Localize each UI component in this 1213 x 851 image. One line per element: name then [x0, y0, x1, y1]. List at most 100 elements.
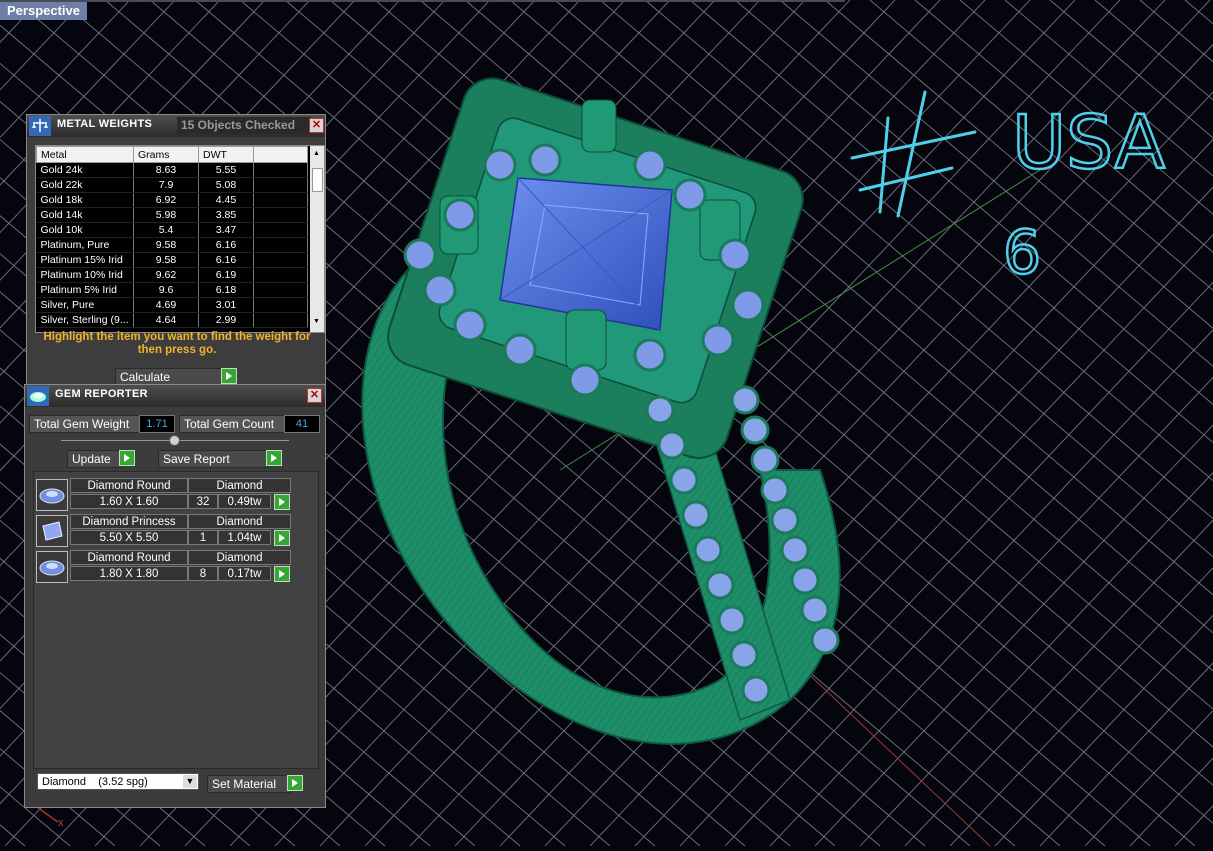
gem-count: 8	[188, 566, 218, 581]
gem-go-icon[interactable]	[274, 530, 290, 546]
table-row[interactable]: Silver, Sterling (9... 4.64 2.99	[36, 312, 308, 328]
shank-stone	[740, 415, 770, 445]
gem-weight: 1.04tw	[218, 530, 271, 545]
gem-icon	[27, 386, 49, 406]
gem-weight: 0.49tw	[218, 494, 271, 509]
gem-size: 5.50 X 5.50	[70, 530, 188, 545]
gem-row[interactable]: Diamond Round Diamond 1.60 X 1.60 32 0.49tw	[34, 478, 316, 512]
halo-stone	[423, 273, 457, 307]
table-row[interactable]: Platinum, Pure 9.58 6.16	[36, 237, 308, 253]
halo-stone	[483, 148, 517, 182]
update-go-icon[interactable]	[119, 450, 135, 466]
update-button[interactable]: Update	[67, 450, 123, 468]
objects-checked-count: 15 Objects Checked	[177, 117, 311, 134]
metal-weights-titlebar[interactable]: METAL WEIGHTS 15 Objects Checked ✕	[27, 115, 325, 137]
set-material-go-icon[interactable]	[287, 775, 303, 791]
cell-grams: 5.98	[133, 207, 199, 223]
cell-blank	[253, 207, 308, 223]
metal-weights-panel: METAL WEIGHTS 15 Objects Checked ✕ Metal…	[26, 114, 326, 388]
table-row[interactable]: Platinum 5% Irid 9.6 6.18	[36, 282, 308, 298]
halo-stone	[633, 338, 667, 372]
cell-metal: Platinum 15% Irid	[36, 252, 134, 268]
cell-dwt: 3.85	[198, 207, 254, 223]
metal-weights-table[interactable]: Metal Grams DWT Gold 24k 8.63 5.55 Gold 22k…	[35, 145, 325, 333]
table-row[interactable]: Platinum 10% Irid 9.62 6.19	[36, 267, 308, 283]
ring-model	[361, 77, 841, 745]
table-row[interactable]: Gold 18k 6.92 4.45	[36, 192, 308, 208]
scroll-down-icon[interactable]: ▼	[313, 318, 320, 325]
chevron-down-icon[interactable]: ▼	[183, 775, 197, 788]
grid-line	[1184, 0, 1213, 25]
cell-dwt: 4.45	[198, 192, 254, 208]
gem-size: 1.80 X 1.80	[70, 566, 188, 581]
column-metal[interactable]: Metal	[36, 146, 134, 163]
save-report-go-icon[interactable]	[266, 450, 282, 466]
cell-grams: 9.62	[133, 267, 199, 283]
gem-reporter-panel: GEM REPORTER ✕ Total Gem Weight 1.71 Tot…	[24, 384, 326, 808]
shank-stone	[669, 465, 699, 495]
gem-row[interactable]: Diamond Round Diamond 1.80 X 1.80 8 0.17tw	[34, 550, 316, 584]
gem-reporter-title: GEM REPORTER	[55, 388, 148, 400]
cell-grams: 9.6	[133, 282, 199, 298]
princess-gem-icon	[36, 515, 68, 547]
cell-metal: Silver, Pure	[36, 297, 134, 313]
cell-dwt: 5.08	[198, 177, 254, 193]
cell-grams: 9.58	[133, 237, 199, 253]
shank-stone	[780, 535, 810, 565]
cell-metal: Silver, Sterling (9...	[36, 312, 134, 328]
metal-weights-hint: Highlight the item you want to find the …	[43, 331, 311, 356]
cell-dwt: 6.18	[198, 282, 254, 298]
table-row[interactable]: Gold 22k 7.9 5.08	[36, 177, 308, 193]
cell-grams: 4.64	[133, 312, 199, 328]
halo-stone	[403, 238, 437, 272]
cell-dwt: 6.19	[198, 267, 254, 283]
viewport-label[interactable]: Perspective	[0, 2, 87, 20]
column-dwt[interactable]: DWT	[198, 146, 254, 163]
gem-reporter-titlebar[interactable]: GEM REPORTER ✕	[25, 385, 325, 407]
table-row[interactable]: Gold 10k 5.4 3.47	[36, 222, 308, 238]
axis-label: x	[58, 817, 64, 829]
total-gem-count-label: Total Gem Count	[179, 415, 285, 433]
scroll-thumb[interactable]	[312, 168, 323, 192]
viewport-top-border	[0, 0, 845, 2]
scroll-up-icon[interactable]: ▲	[313, 150, 320, 157]
cell-metal: Platinum 5% Irid	[36, 282, 134, 298]
cell-dwt: 6.16	[198, 237, 254, 253]
gem-weight: 0.17tw	[218, 566, 271, 581]
gem-list[interactable]: Diamond Round Diamond 1.60 X 1.60 32 0.49tw D…	[33, 471, 319, 769]
annotation-usa: USA	[1012, 100, 1166, 186]
annotation-size: 6	[1003, 218, 1041, 288]
table-row[interactable]: Gold 24k 8.63 5.55	[36, 162, 308, 178]
table-row[interactable]: Platinum 15% Irid 9.58 6.16	[36, 252, 308, 268]
shank-stone	[750, 445, 780, 475]
save-report-button[interactable]: Save Report	[158, 450, 268, 468]
cell-dwt: 3.01	[198, 297, 254, 313]
cell-metal: Gold 24k	[36, 162, 134, 178]
gem-go-icon[interactable]	[274, 494, 290, 510]
scale-icon	[29, 116, 51, 136]
calculate-go-icon[interactable]	[221, 368, 237, 384]
close-icon[interactable]: ✕	[309, 118, 324, 133]
cell-metal: Gold 14k	[36, 207, 134, 223]
table-row[interactable]: Gold 14k 5.98 3.85	[36, 207, 308, 223]
material-select[interactable]: Diamond (3.52 spg) ▼	[37, 773, 199, 790]
close-icon[interactable]: ✕	[307, 388, 322, 403]
gem-material: Diamond	[188, 550, 291, 565]
set-material-button[interactable]: Set Material	[207, 775, 291, 793]
cell-metal: Gold 22k	[36, 177, 134, 193]
vertical-scrollbar[interactable]: ▲ ▼	[310, 146, 324, 332]
gem-go-icon[interactable]	[274, 566, 290, 582]
cell-dwt: 6.16	[198, 252, 254, 268]
slider-handle[interactable]	[169, 435, 180, 446]
shank-stone	[810, 625, 840, 655]
cell-blank	[253, 312, 308, 328]
round-gem-icon	[36, 479, 68, 511]
table-row[interactable]: Silver, Pure 4.69 3.01	[36, 297, 308, 313]
shank-stone	[705, 570, 735, 600]
cell-metal: Gold 18k	[36, 192, 134, 208]
cell-blank	[253, 222, 308, 238]
shank-stone	[741, 675, 771, 705]
column-grams[interactable]: Grams	[133, 146, 199, 163]
grid-line	[0, 824, 26, 847]
gem-row[interactable]: Diamond Princess Diamond 5.50 X 5.50 1 1.04t…	[34, 514, 316, 548]
